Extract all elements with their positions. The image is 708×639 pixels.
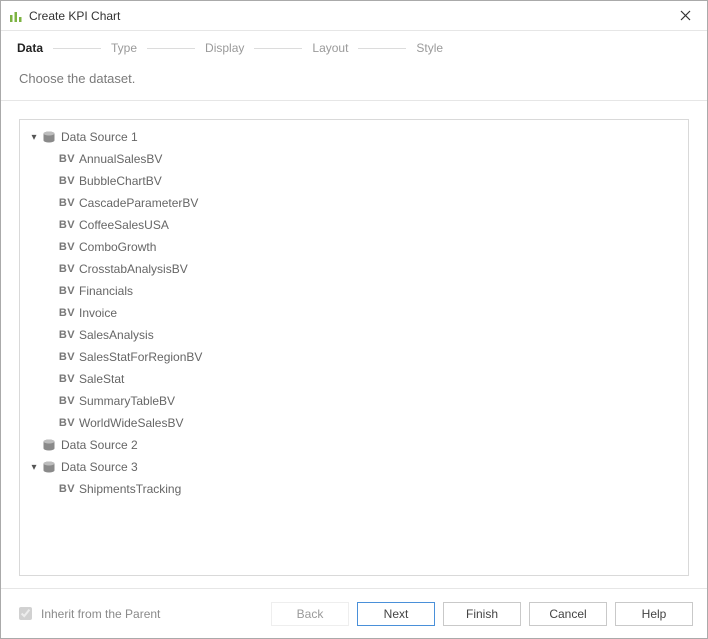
titlebar: Create KPI Chart	[1, 1, 707, 31]
tree-node-label: AnnualSalesBV	[79, 152, 162, 166]
business-view-icon: BV	[59, 483, 75, 495]
business-view-node[interactable]: ▾BVInvoice	[24, 302, 684, 324]
business-view-icon: BV	[59, 153, 75, 165]
tree-node-label: WorldWideSalesBV	[79, 416, 183, 430]
business-view-node[interactable]: ▾BVFinancials	[24, 280, 684, 302]
step-data[interactable]: Data	[15, 37, 45, 59]
step-connector	[358, 48, 406, 49]
inherit-from-parent-checkbox: Inherit from the Parent	[15, 604, 160, 623]
next-button[interactable]: Next	[357, 602, 435, 626]
tree-node-label: SaleStat	[79, 372, 124, 386]
business-view-icon: BV	[59, 395, 75, 407]
footer: Inherit from the Parent Back Next Finish…	[1, 588, 707, 638]
business-view-icon: BV	[59, 285, 75, 297]
business-view-node[interactable]: ▾BVWorldWideSalesBV	[24, 412, 684, 434]
step-connector	[254, 48, 302, 49]
data-source-node[interactable]: ▾Data Source 2	[24, 434, 684, 456]
data-source-node[interactable]: ▾ Data Source 3	[24, 456, 684, 478]
business-view-node[interactable]: ▾BVCoffeeSalesUSA	[24, 214, 684, 236]
business-view-node[interactable]: ▾BVComboGrowth	[24, 236, 684, 258]
step-layout[interactable]: Layout	[310, 37, 350, 59]
business-view-icon: BV	[59, 373, 75, 385]
business-view-icon: BV	[59, 263, 75, 275]
tree-node-label: CascadeParameterBV	[79, 196, 198, 210]
step-connector	[53, 48, 101, 49]
business-view-node[interactable]: ▾BVAnnualSalesBV	[24, 148, 684, 170]
inherit-checkbox-input	[19, 607, 32, 620]
business-view-node[interactable]: ▾BVShipmentsTracking	[24, 478, 684, 500]
business-view-icon: BV	[59, 329, 75, 341]
data-source-node[interactable]: ▾ Data Source 1	[24, 126, 684, 148]
wizard-stepper: Data Type Display Layout Style	[1, 31, 707, 65]
close-button[interactable]	[671, 5, 699, 27]
business-view-icon: BV	[59, 197, 75, 209]
inherit-label: Inherit from the Parent	[41, 607, 160, 621]
close-icon	[680, 10, 691, 21]
chevron-down-icon[interactable]: ▾	[28, 131, 40, 143]
business-view-node[interactable]: ▾BVCrosstabAnalysisBV	[24, 258, 684, 280]
business-view-node[interactable]: ▾BVSummaryTableBV	[24, 390, 684, 412]
tree-node-label: ComboGrowth	[79, 240, 156, 254]
business-view-icon: BV	[59, 241, 75, 253]
dialog-title: Create KPI Chart	[29, 9, 120, 23]
tree-node-label: Invoice	[79, 306, 117, 320]
business-view-icon: BV	[59, 219, 75, 231]
tree-node-label: ShipmentsTracking	[79, 482, 181, 496]
tree-node-label: SummaryTableBV	[79, 394, 175, 408]
business-view-node[interactable]: ▾BVSaleStat	[24, 368, 684, 390]
instruction-text: Choose the dataset.	[1, 65, 707, 100]
dataset-tree[interactable]: ▾Data Source 1▾BVAnnualSalesBV▾BVBubbleC…	[19, 119, 689, 576]
tree-node-label: CrosstabAnalysisBV	[79, 262, 188, 276]
database-icon	[41, 439, 57, 452]
business-view-node[interactable]: ▾BVBubbleChartBV	[24, 170, 684, 192]
kpi-chart-icon	[9, 9, 23, 23]
tree-node-label: Financials	[79, 284, 133, 298]
business-view-icon: BV	[59, 351, 75, 363]
content-area: ▾Data Source 1▾BVAnnualSalesBV▾BVBubbleC…	[1, 101, 707, 588]
step-style[interactable]: Style	[414, 37, 445, 59]
finish-button[interactable]: Finish	[443, 602, 521, 626]
step-connector	[147, 48, 195, 49]
business-view-icon: BV	[59, 307, 75, 319]
step-display[interactable]: Display	[203, 37, 246, 59]
tree-node-label: Data Source 3	[61, 460, 138, 474]
cancel-button[interactable]: Cancel	[529, 602, 607, 626]
chevron-down-icon[interactable]: ▾	[28, 461, 40, 473]
business-view-node[interactable]: ▾BVSalesStatForRegionBV	[24, 346, 684, 368]
business-view-node[interactable]: ▾BVSalesAnalysis	[24, 324, 684, 346]
step-type[interactable]: Type	[109, 37, 139, 59]
business-view-node[interactable]: ▾BVCascadeParameterBV	[24, 192, 684, 214]
tree-node-label: SalesStatForRegionBV	[79, 350, 202, 364]
tree-node-label: Data Source 1	[61, 130, 138, 144]
help-button[interactable]: Help	[615, 602, 693, 626]
database-icon	[41, 461, 57, 474]
tree-node-label: CoffeeSalesUSA	[79, 218, 169, 232]
tree-node-label: SalesAnalysis	[79, 328, 154, 342]
back-button: Back	[271, 602, 349, 626]
database-icon	[41, 131, 57, 144]
business-view-icon: BV	[59, 417, 75, 429]
tree-node-label: BubbleChartBV	[79, 174, 162, 188]
business-view-icon: BV	[59, 175, 75, 187]
create-kpi-chart-dialog: Create KPI Chart Data Type Display Layout St…	[0, 0, 708, 639]
tree-node-label: Data Source 2	[61, 438, 138, 452]
